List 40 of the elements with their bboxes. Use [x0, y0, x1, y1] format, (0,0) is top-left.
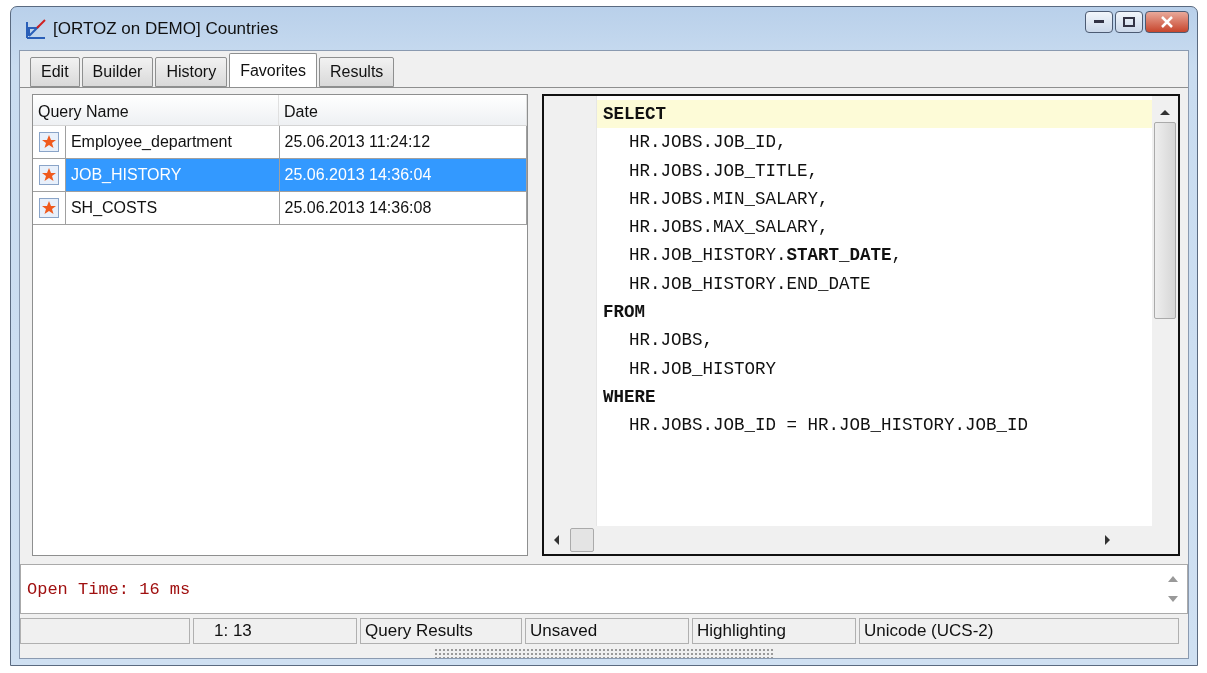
code-line: HR.JOB_HISTORY.START_DATE, [628, 244, 904, 268]
code-line: HR.JOB_HISTORY [628, 357, 778, 381]
code-line: HR.JOBS.JOB_TITLE, [628, 159, 820, 183]
minimize-icon [1094, 19, 1104, 24]
close-button[interactable] [1145, 10, 1189, 33]
maximize-icon [1123, 16, 1135, 27]
scroll-thumb[interactable] [1154, 122, 1176, 319]
code-line: HR.JOBS.MIN_SALARY, [628, 187, 830, 211]
status-panel: Unsaved [525, 618, 689, 644]
status-panel: Unicode (UCS-2) [859, 618, 1179, 644]
tab[interactable]: History [155, 57, 228, 87]
query-editor-icon [25, 17, 47, 40]
code-line: WHERE [602, 385, 657, 409]
window-title: [ORTOZ on DEMO] Countries [53, 18, 279, 39]
sql-editor[interactable] [542, 94, 1180, 556]
close-icon [1161, 15, 1173, 28]
tab[interactable]: Edit [30, 57, 80, 87]
code-line: FROM [602, 301, 646, 325]
scroll-thumb[interactable] [570, 528, 594, 552]
code-line: HR.JOBS.MAX_SALARY, [628, 216, 830, 240]
tab[interactable]: Favorites [229, 53, 317, 87]
maximize-button[interactable] [1115, 10, 1143, 33]
column-header[interactable]: Query Name [33, 95, 279, 125]
scroll-right-icon[interactable] [1104, 535, 1112, 545]
tab[interactable]: Results [318, 57, 395, 87]
scroll-up-icon[interactable] [1160, 108, 1170, 116]
status-panel: Query Results [360, 618, 522, 644]
minimize-button[interactable] [1085, 10, 1113, 33]
tab[interactable]: Builder [81, 57, 154, 87]
status-panel: 1: 13 [193, 618, 357, 644]
resize-grip[interactable] [434, 648, 774, 658]
message-text: Open Time: 16 ms [26, 579, 192, 599]
scroll-left-icon[interactable] [552, 535, 560, 545]
code-line: HR.JOB_HISTORY.END_DATE [628, 272, 872, 296]
code-line: HR.JOBS.JOB_ID = HR.JOB_HISTORY.JOB_ID [628, 414, 1030, 438]
column-header[interactable]: Date [279, 95, 527, 125]
vertical-scrollbar[interactable] [1152, 96, 1178, 554]
code-line: HR.JOBS.JOB_ID, [628, 131, 788, 155]
code-line: HR.JOBS, [628, 329, 714, 353]
status-panel: Highlighting [692, 618, 856, 644]
